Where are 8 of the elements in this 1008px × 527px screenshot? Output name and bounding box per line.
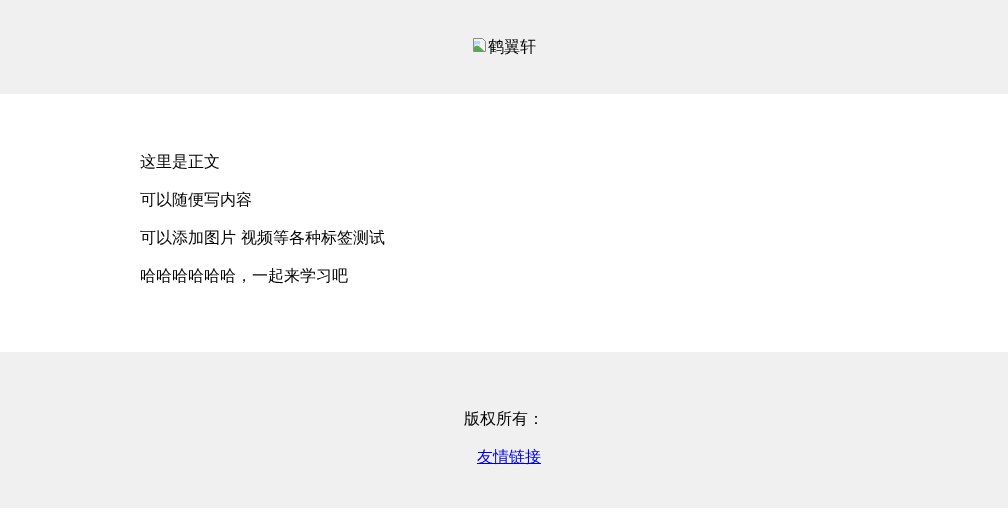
body-paragraph: 可以随便写内容 (140, 189, 253, 211)
body-paragraph: 哈哈哈哈哈哈，一起来学习吧 (140, 265, 349, 287)
body-paragraph: 这里是正文 (140, 151, 221, 173)
friend-link[interactable]: 友情链接 (477, 447, 541, 466)
image-alt-text: 鹤翼轩 (488, 38, 536, 56)
copyright-text: 版权所有： (464, 408, 544, 430)
broken-image-icon (472, 37, 488, 53)
body-paragraph: 可以添加图片 视频等各种标签测试 (140, 227, 387, 249)
